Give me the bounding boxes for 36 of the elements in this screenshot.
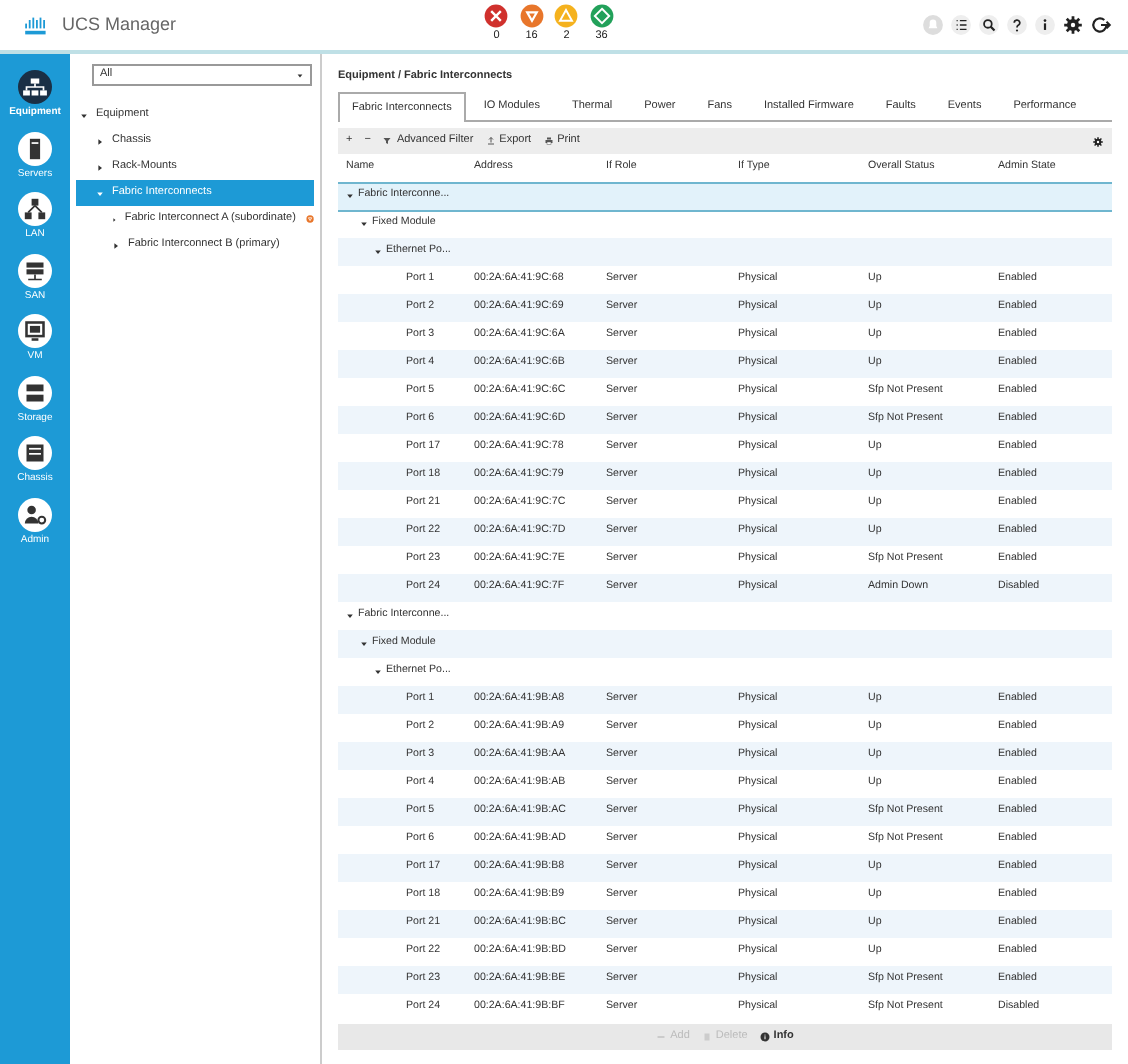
critical-alarm-icon[interactable] (484, 4, 509, 29)
info-icon[interactable] (1034, 14, 1056, 36)
caret-icon (374, 248, 382, 256)
settings-icon[interactable] (1092, 135, 1104, 147)
user-gear-icon (18, 497, 52, 531)
caret-icon (296, 71, 304, 79)
help-icon[interactable] (1006, 14, 1028, 36)
network-icon (18, 70, 52, 104)
storage-icon (18, 253, 52, 287)
storage-icon (18, 375, 52, 409)
server-icon (18, 131, 52, 165)
caret-icon (96, 163, 104, 171)
monitor-icon (18, 314, 52, 348)
search-icon[interactable] (978, 14, 1000, 36)
filter-icon (382, 136, 393, 146)
caret-icon (112, 241, 120, 249)
major-alarm-icon[interactable] (519, 4, 544, 29)
caret-icon (96, 189, 104, 197)
logout-icon[interactable] (1090, 14, 1112, 36)
caret-icon (80, 111, 88, 119)
print-icon (543, 136, 554, 146)
list-icon[interactable] (950, 14, 972, 36)
caret-icon (374, 668, 382, 676)
caret-icon (346, 192, 354, 200)
caret-icon (346, 612, 354, 620)
export-icon (485, 136, 496, 146)
warning-alarm-icon[interactable] (589, 4, 614, 29)
app-title: UCS Manager (62, 11, 177, 38)
caret-icon (96, 137, 104, 145)
caret-icon (360, 640, 368, 648)
network-icon (18, 192, 52, 226)
info-icon (759, 1032, 770, 1042)
minus-icon (656, 1032, 667, 1042)
chassis-icon (18, 436, 52, 470)
caret-icon (112, 215, 117, 223)
settings-icon[interactable] (1062, 14, 1084, 36)
